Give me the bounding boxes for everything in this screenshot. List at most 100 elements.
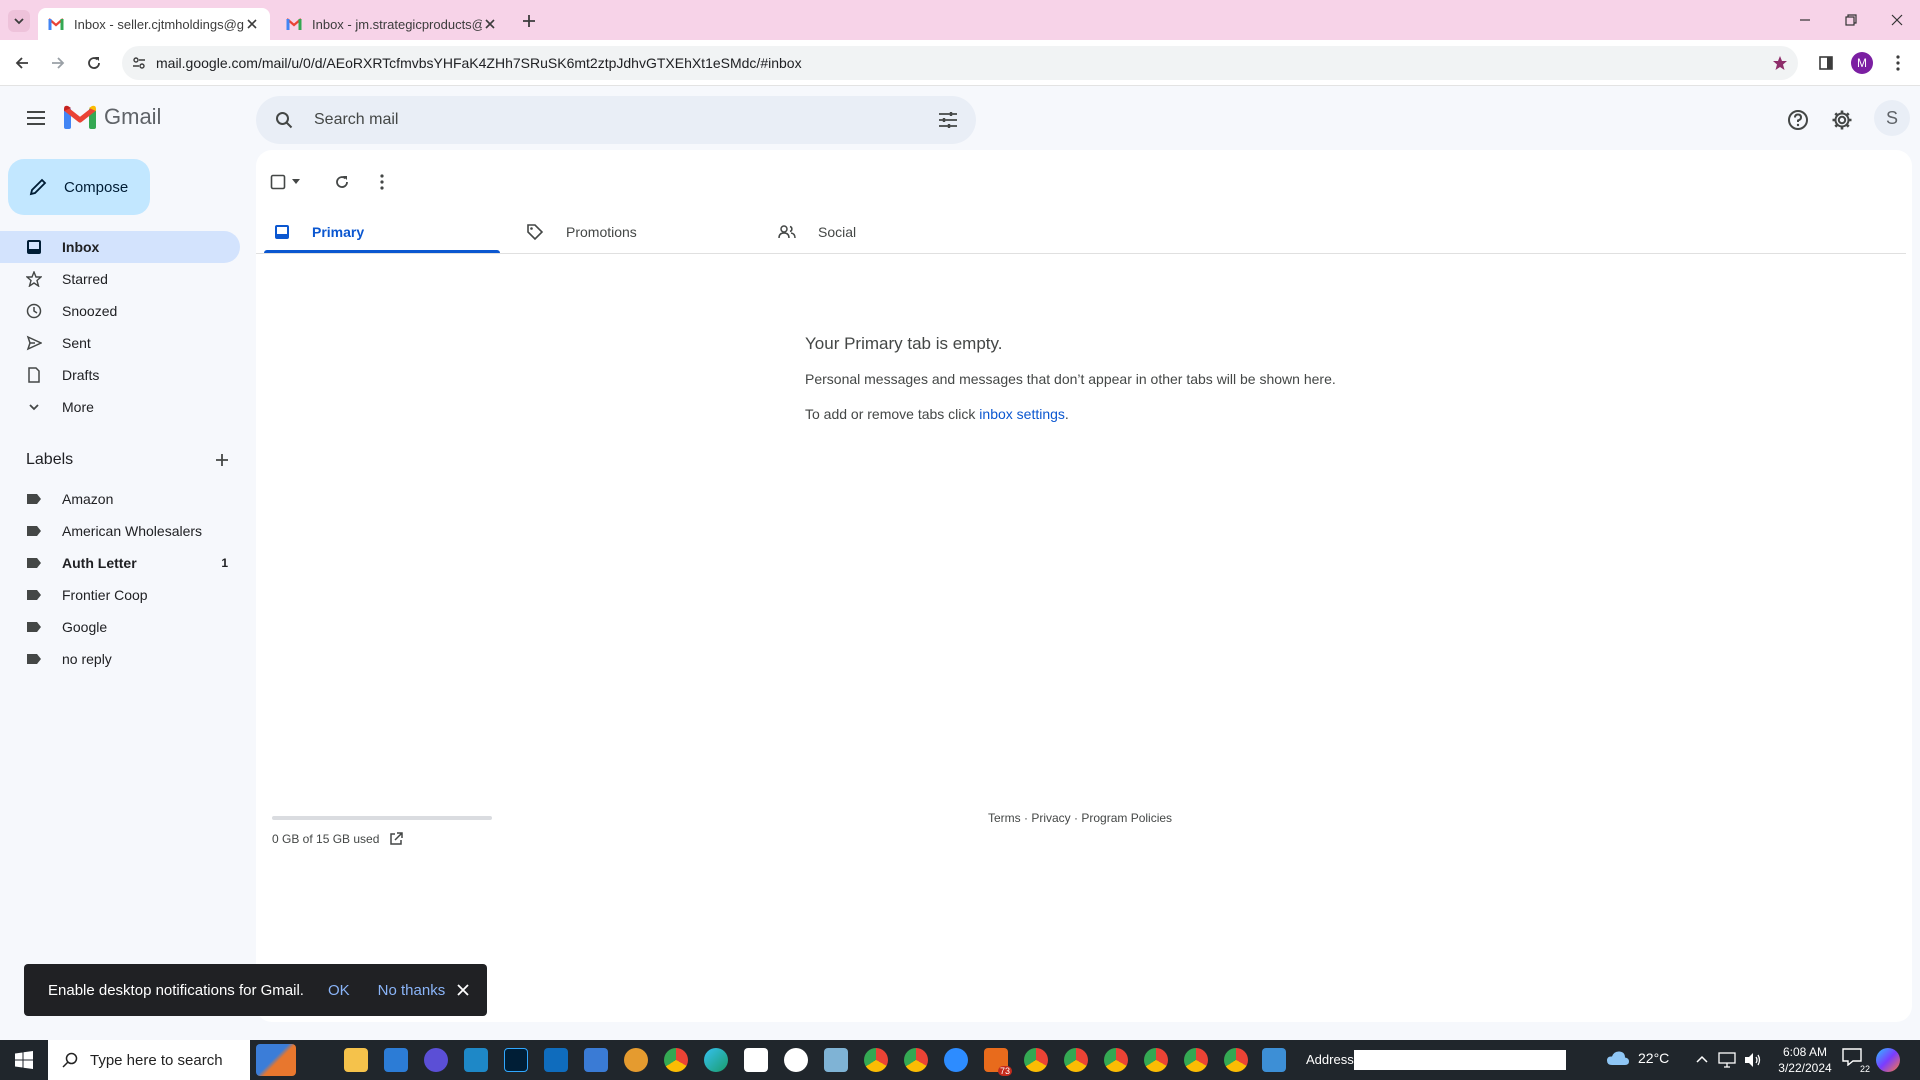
snackbar-ok-button[interactable]: OK xyxy=(328,982,350,999)
close-icon[interactable] xyxy=(457,984,469,996)
network-icon[interactable] xyxy=(1718,1052,1736,1068)
tab-social[interactable]: Social xyxy=(760,204,1004,260)
sidebar-item-snoozed[interactable]: Snoozed xyxy=(0,295,240,327)
sidebar-item-more[interactable]: More xyxy=(0,391,240,423)
account-avatar[interactable]: S xyxy=(1874,100,1910,136)
edge-icon[interactable] xyxy=(704,1048,728,1072)
settings-button[interactable] xyxy=(1822,100,1862,140)
sidebar-item-inbox[interactable]: Inbox xyxy=(0,231,240,263)
label-name: American Wholesalers xyxy=(62,523,203,539)
chrome-profile-icon[interactable] xyxy=(1184,1048,1208,1072)
close-tab-icon[interactable] xyxy=(482,16,498,32)
app-icon[interactable] xyxy=(464,1048,488,1072)
slack-icon[interactable] xyxy=(784,1048,808,1072)
site-info-icon[interactable] xyxy=(132,56,146,70)
file-explorer-icon[interactable] xyxy=(344,1048,368,1072)
chrome-profile-icon[interactable] xyxy=(864,1048,888,1072)
label-item-amazon[interactable]: Amazon xyxy=(0,483,240,515)
chrome-profile-icon[interactable] xyxy=(1224,1048,1248,1072)
tab-search-button[interactable] xyxy=(8,10,30,32)
tab-promotions[interactable]: Promotions xyxy=(508,204,752,260)
create-label-button[interactable] xyxy=(208,446,236,474)
kebab-menu-icon xyxy=(1896,55,1900,71)
browser-tab-1[interactable]: Inbox - seller.cjtmholdings@gm xyxy=(38,8,270,40)
chrome-icon[interactable] xyxy=(664,1048,688,1072)
bookmark-star-icon[interactable] xyxy=(1772,55,1788,71)
app-icon[interactable] xyxy=(424,1048,448,1072)
search-highlight-image[interactable] xyxy=(256,1044,296,1076)
snackbar-no-thanks-button[interactable]: No thanks xyxy=(378,982,446,999)
chrome-profile-icon[interactable] xyxy=(1064,1048,1088,1072)
label-item-no-reply[interactable]: no reply xyxy=(0,643,240,675)
sidebar-item-drafts[interactable]: Drafts xyxy=(0,359,240,391)
label-tag-icon xyxy=(27,590,41,600)
more-actions-button[interactable] xyxy=(366,166,398,198)
browser-toolbar: mail.google.com/mail/u/0/d/AEoRXRTcfmvbs… xyxy=(0,40,1920,86)
reload-button[interactable] xyxy=(78,47,110,79)
label-item-american-wholesalers[interactable]: American Wholesalers xyxy=(0,515,240,547)
support-button[interactable] xyxy=(1778,100,1818,140)
app-icon[interactable] xyxy=(1262,1048,1286,1072)
address-toolbar-input[interactable] xyxy=(1354,1050,1566,1070)
chrome-profile-icon[interactable] xyxy=(1144,1048,1168,1072)
program-policies-link[interactable]: Program Policies xyxy=(1081,811,1172,825)
forward-button[interactable] xyxy=(42,47,74,79)
search-bar xyxy=(256,96,976,144)
chevron-up-icon[interactable] xyxy=(1696,1054,1708,1066)
inbox-settings-link[interactable]: inbox settings xyxy=(979,406,1065,422)
notification-center-button[interactable]: 22 xyxy=(1842,1048,1870,1074)
compose-button[interactable]: Compose xyxy=(8,159,150,215)
gmail-m-logo-icon xyxy=(64,105,96,129)
calculator-icon[interactable] xyxy=(584,1048,608,1072)
tabbar-divider xyxy=(256,253,1906,254)
footer-separator: · xyxy=(1070,811,1082,825)
label-item-google[interactable]: Google xyxy=(0,611,240,643)
main-menu-button[interactable] xyxy=(16,98,56,138)
app-icon[interactable] xyxy=(824,1048,848,1072)
browser-tab-2[interactable]: Inbox - jm.strategicproducts@g xyxy=(276,8,508,40)
search-input[interactable] xyxy=(314,111,874,129)
copilot-icon[interactable] xyxy=(1876,1048,1900,1072)
browser-menu-button[interactable] xyxy=(1882,47,1914,79)
chrome-profile-icon[interactable] xyxy=(1104,1048,1128,1072)
chrome-profile-icon[interactable] xyxy=(1024,1048,1048,1072)
taskbar-clock[interactable]: 6:08 AM 3/22/2024 xyxy=(1768,1044,1842,1076)
browser-tab-title: Inbox - seller.cjtmholdings@gm xyxy=(74,16,244,32)
close-window-button[interactable] xyxy=(1874,0,1920,40)
restore-button[interactable] xyxy=(1828,0,1874,40)
app-icon[interactable] xyxy=(744,1048,768,1072)
refresh-button[interactable] xyxy=(326,166,358,198)
sidebar-item-starred[interactable]: Starred xyxy=(0,263,240,295)
desktop-notification-snackbar: Enable desktop notifications for Gmail. … xyxy=(24,964,487,1016)
volume-icon[interactable] xyxy=(1744,1052,1762,1068)
label-item-frontier-coop[interactable]: Frontier Coop xyxy=(0,579,240,611)
mail-icon[interactable] xyxy=(544,1048,568,1072)
zoom-icon[interactable] xyxy=(944,1048,968,1072)
select-all-checkbox[interactable] xyxy=(270,166,310,198)
storage-usage[interactable]: 0 GB of 15 GB used xyxy=(272,832,404,846)
taskbar-search-box[interactable]: Type here to search xyxy=(48,1040,250,1080)
privacy-link[interactable]: Privacy xyxy=(1031,811,1070,825)
chrome-profile-icon[interactable] xyxy=(904,1048,928,1072)
weather-widget[interactable]: 22°C xyxy=(1606,1050,1669,1066)
side-panel-button[interactable] xyxy=(1810,47,1842,79)
microsoft-store-icon[interactable] xyxy=(384,1048,408,1072)
app-icon[interactable] xyxy=(624,1048,648,1072)
notification-count: 22 xyxy=(1859,1064,1870,1074)
profile-avatar[interactable]: M xyxy=(1846,47,1878,79)
start-button[interactable] xyxy=(0,1040,48,1080)
close-tab-icon[interactable] xyxy=(244,16,260,32)
new-tab-button[interactable] xyxy=(518,10,540,32)
search-options-button[interactable] xyxy=(932,104,964,136)
app-icon[interactable]: 73 xyxy=(984,1048,1012,1076)
minimize-button[interactable] xyxy=(1782,0,1828,40)
gmail-logo[interactable]: Gmail xyxy=(64,104,161,130)
inbox-icon xyxy=(27,240,41,254)
back-button[interactable] xyxy=(6,47,38,79)
search-button[interactable] xyxy=(268,104,300,136)
terms-link[interactable]: Terms xyxy=(988,811,1021,825)
label-item-auth-letter[interactable]: Auth Letter 1 xyxy=(0,547,240,579)
address-bar[interactable]: mail.google.com/mail/u/0/d/AEoRXRTcfmvbs… xyxy=(122,46,1798,80)
sidebar-item-sent[interactable]: Sent xyxy=(0,327,240,359)
photoshop-icon[interactable] xyxy=(504,1048,528,1072)
